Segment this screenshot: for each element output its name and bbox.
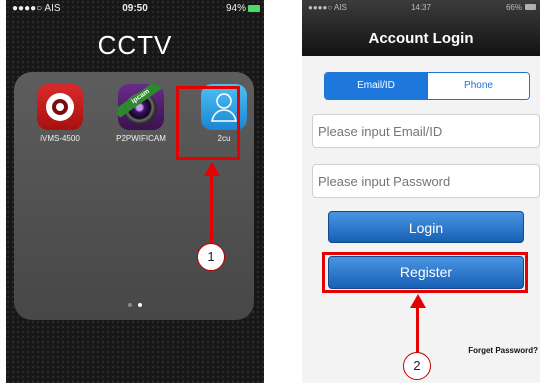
- battery-percent: 66%: [505, 3, 522, 12]
- battery-percent: 94%: [225, 3, 246, 14]
- login-button[interactable]: Login: [328, 211, 524, 243]
- login-type-segmented-control: Email/ID Phone: [324, 72, 530, 100]
- segment-email-id[interactable]: Email/ID: [325, 73, 427, 99]
- callout-arrow: [416, 306, 419, 352]
- status-bar: ●●●●○ AIS 14:37 66%: [302, 0, 540, 16]
- nav-bar: ●●●●○ AIS 14:37 66% Account Login: [302, 0, 540, 56]
- app-ivms-4500[interactable]: iVMS-4500: [34, 84, 86, 143]
- forget-password-link[interactable]: Forget Password?: [468, 346, 538, 355]
- app-label: iVMS-4500: [40, 134, 80, 143]
- ivms-app-icon[interactable]: [37, 84, 83, 130]
- battery-icon: [248, 5, 260, 12]
- callout-arrow: [210, 174, 213, 244]
- highlight-box-2cu: [176, 86, 240, 160]
- status-time: 14:37: [410, 3, 432, 12]
- status-bar: ●●●●○ AIS 09:50 94%: [6, 0, 264, 18]
- folder-title: CCTV: [97, 30, 173, 60]
- app-p2pwificam[interactable]: ipcam P2PWIFICAM: [111, 84, 171, 143]
- login-screen: ●●●●○ AIS 14:37 66% Account Login Email/…: [302, 0, 540, 383]
- page-dot-active: [138, 303, 142, 307]
- page-indicator: [6, 303, 264, 307]
- page-title: Account Login: [368, 30, 474, 47]
- battery-icon: [525, 4, 536, 10]
- segment-phone[interactable]: Phone: [427, 73, 529, 99]
- app-label: P2PWIFICAM: [116, 134, 166, 143]
- email-id-input[interactable]: [312, 114, 540, 148]
- highlight-box-register: [322, 252, 528, 293]
- page-dot: [128, 303, 132, 307]
- callout-number-2: 2: [403, 352, 431, 380]
- password-input[interactable]: [312, 164, 540, 198]
- home-screen: ●●●●○ AIS 09:50 94% CCTV iVMS-4500 ipcam…: [6, 0, 264, 383]
- p2pwificam-app-icon[interactable]: ipcam: [118, 84, 164, 130]
- callout-number-1: 1: [197, 243, 225, 271]
